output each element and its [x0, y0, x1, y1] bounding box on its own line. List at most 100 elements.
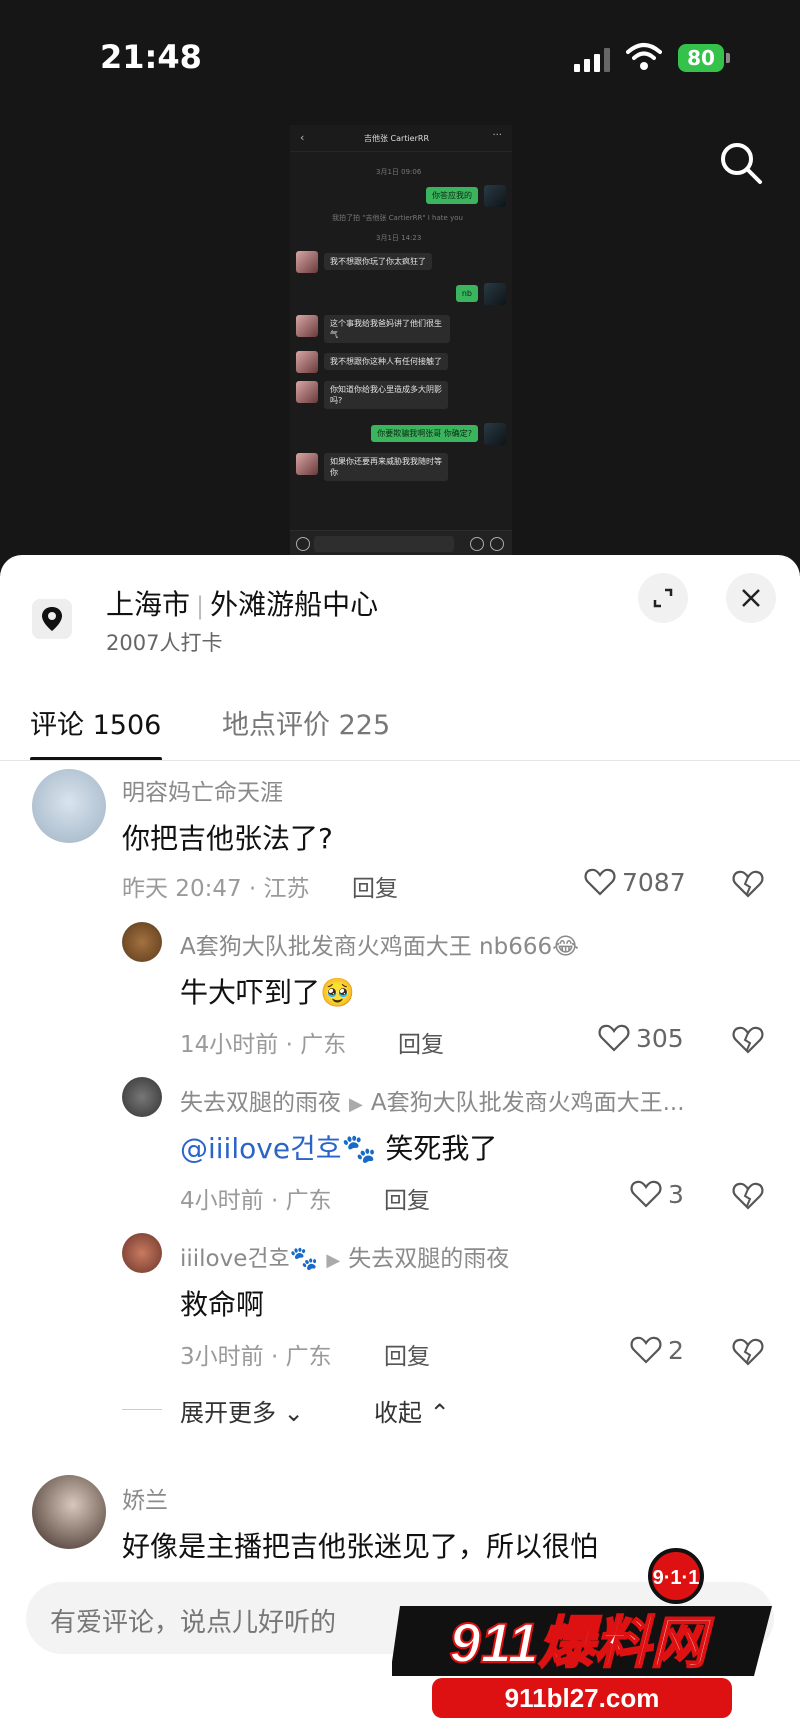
- chat-input-box: [314, 536, 454, 552]
- chat-avatar-them: [296, 453, 318, 475]
- chat-bubble-them: 如果你还要再来威胁我我随时等你: [324, 453, 448, 481]
- chat-avatar-them: [296, 351, 318, 373]
- expand-more-button[interactable]: 展开更多 ⌄: [180, 1393, 304, 1428]
- search-icon[interactable]: [718, 140, 764, 186]
- avatar[interactable]: [32, 1475, 106, 1549]
- voice-icon: [296, 537, 310, 551]
- mention-link[interactable]: @iiilove건호🐾: [180, 1132, 376, 1165]
- comment-text: 你把吉他张法了?: [122, 822, 333, 855]
- chat-input-bar: [290, 530, 512, 557]
- chat-bubble-them: 我不想跟你玩了你太疯狂了: [324, 253, 432, 270]
- chat-avatar-them: [296, 251, 318, 273]
- heart-icon: [630, 1180, 662, 1208]
- chat-bubble-them: 这个事我给我爸妈讲了他们很生气: [324, 315, 450, 343]
- watermark-badge: 9·1·1: [653, 1567, 700, 1589]
- reply-username: iiilove건호🐾 ▶ 失去双腿的雨夜: [180, 1246, 510, 1272]
- comment-username[interactable]: 娇兰: [122, 1481, 168, 1515]
- reply-button[interactable]: 回复: [398, 1025, 444, 1059]
- like-count: 305: [636, 1023, 684, 1053]
- watermark-brand: 911爆料网: [449, 1611, 714, 1674]
- chat-bubble-me: 你要欺骗我啊张哥 你确定?: [371, 425, 478, 442]
- like-count: 2: [668, 1335, 684, 1365]
- battery-indicator: 80: [678, 44, 724, 72]
- like-count: 3: [668, 1179, 684, 1209]
- location-separator: |: [196, 592, 205, 620]
- close-button[interactable]: [726, 573, 776, 623]
- chat-avatar-me: [484, 423, 506, 445]
- expand-divider: [122, 1409, 162, 1410]
- reply-text: 牛大吓到了🥹: [180, 976, 355, 1009]
- chat-avatar-them: [296, 315, 318, 337]
- reply-arrow-icon: ▶: [349, 1094, 363, 1115]
- heart-icon: [630, 1336, 662, 1364]
- chat-title: 吉他张 CartierRR: [364, 134, 430, 143]
- tab-divider: [0, 760, 800, 761]
- like-button[interactable]: 7087: [584, 867, 686, 897]
- chevron-up-icon: ⌃: [429, 1399, 450, 1427]
- avatar[interactable]: [122, 1233, 162, 1273]
- tab-place-reviews[interactable]: 地点评价 225: [222, 703, 390, 742]
- like-button[interactable]: 3: [630, 1179, 684, 1209]
- chat-header: ‹ 吉他张 CartierRR ···: [290, 125, 512, 152]
- location-city: 上海市: [106, 588, 191, 621]
- emoji-teary: 🥹: [320, 976, 355, 1009]
- chat-bubble-me: nb: [455, 285, 478, 302]
- checkin-count: 2007人打卡: [106, 631, 223, 655]
- wifi-icon: [626, 43, 662, 70]
- chat-timestamp: 3月1日 14:23: [376, 234, 422, 242]
- status-time: 21:48: [100, 38, 202, 76]
- expand-icon: [653, 588, 673, 608]
- dislike-icon[interactable]: [732, 1181, 764, 1211]
- chat-avatar-them: [296, 381, 318, 403]
- comment-input-placeholder: 有爱评论，说点儿好听的: [50, 1608, 337, 1638]
- chat-bubble-them: 我不想跟你这种人有任何接触了: [324, 353, 448, 370]
- reply-meta: 4小时前 · 广东: [180, 1188, 332, 1214]
- like-button[interactable]: 305: [598, 1023, 684, 1053]
- reply-text: 救命啊: [180, 1288, 265, 1321]
- close-icon: [742, 589, 760, 607]
- reply-text: @iiilove건호🐾 笑死我了: [180, 1132, 498, 1165]
- chat-bubble-me: 你答应我的: [426, 187, 478, 204]
- dislike-icon[interactable]: [732, 869, 764, 899]
- chat-screenshot-image: ‹ 吉他张 CartierRR ··· 3月1日 09:06 你答应我的 我拍了…: [290, 125, 512, 557]
- heart-icon: [598, 1024, 630, 1052]
- reply-meta: 3小时前 · 广东: [180, 1344, 332, 1370]
- collapse-button[interactable]: 收起 ⌃: [374, 1393, 450, 1428]
- tab-comments[interactable]: 评论 1506: [30, 703, 161, 742]
- chat-bubble-them: 你知道你给我心里造成多大阴影吗?: [324, 381, 448, 409]
- chat-avatar-me: [484, 283, 506, 305]
- reply-username[interactable]: A套狗大队批发商火鸡面大王 nb666😂: [180, 927, 579, 961]
- expand-button[interactable]: [638, 573, 688, 623]
- comment-username[interactable]: 明容妈亡命天涯: [122, 773, 283, 807]
- watermark-logo: 9·1·1 911爆料网 911bl27.com: [392, 1548, 772, 1718]
- back-icon: ‹: [300, 131, 305, 144]
- plus-icon: [490, 537, 504, 551]
- heart-icon: [584, 868, 616, 896]
- emoji-laugh: 😂: [552, 934, 579, 960]
- like-count: 7087: [622, 867, 686, 897]
- chat-timestamp: 3月1日 09:06: [376, 168, 422, 176]
- more-icon: ···: [492, 130, 502, 141]
- location-title[interactable]: 上海市 | 外滩游船中心: [106, 583, 378, 623]
- reply-button[interactable]: 回复: [384, 1181, 430, 1215]
- reply-meta: 14小时前 · 广东: [180, 1032, 347, 1058]
- battery-tip: [726, 53, 730, 63]
- like-button[interactable]: 2: [630, 1335, 684, 1365]
- avatar[interactable]: [122, 1077, 162, 1117]
- emoji-icon: [470, 537, 484, 551]
- location-place: 外滩游船中心: [210, 588, 379, 621]
- comment-meta: 昨天 20:47 · 江苏: [122, 876, 310, 902]
- dislike-icon[interactable]: [732, 1025, 764, 1055]
- reply-username: 失去双腿的雨夜 ▶ A套狗大队批发商火鸡面大王...: [180, 1090, 685, 1116]
- chat-system-msg: 我拍了拍 "吉他张 CartierRR" I hate you: [332, 214, 463, 222]
- cellular-signal-icon: [574, 48, 612, 72]
- avatar[interactable]: [122, 922, 162, 962]
- reply-button[interactable]: 回复: [352, 869, 398, 903]
- dislike-icon[interactable]: [732, 1337, 764, 1367]
- chevron-down-icon: ⌄: [283, 1399, 304, 1427]
- video-background: 21:48 80 ‹ 吉他张 CartierRR ··· 3月1日 09:06 …: [0, 0, 800, 560]
- reply-arrow-icon: ▶: [326, 1250, 341, 1271]
- chat-avatar-me: [484, 185, 506, 207]
- avatar[interactable]: [32, 769, 106, 843]
- reply-button[interactable]: 回复: [384, 1337, 430, 1371]
